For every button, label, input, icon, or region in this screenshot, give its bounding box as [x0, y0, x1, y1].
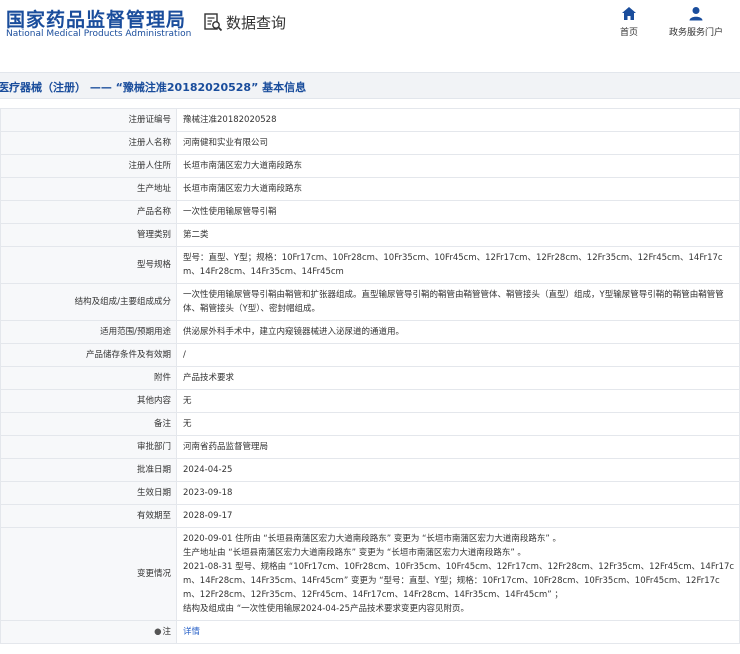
- field-label: 变更情况: [0, 527, 177, 621]
- home-icon: [622, 7, 636, 20]
- field-label: 附件: [0, 366, 177, 390]
- nav-service-portal[interactable]: 政务服务门户: [661, 6, 731, 38]
- table-row: 适用范围/预期用途 供泌尿外科手术中，建立内窥镜器械进入泌尿道的通道用。: [0, 320, 740, 344]
- nav-home-label: 首页: [619, 28, 638, 38]
- field-value: /: [176, 343, 740, 367]
- field-value: 豫械注准20182020528: [176, 108, 740, 132]
- detail-label: 注: [162, 627, 171, 637]
- search-document-icon: [204, 13, 223, 32]
- field-value: 2028-09-17: [176, 504, 740, 528]
- table-row: 注册人名称 河南健和实业有限公司: [0, 131, 740, 155]
- field-label: 审批部门: [0, 435, 177, 459]
- field-label: 批准日期: [0, 458, 177, 482]
- field-label: 生产地址: [0, 177, 177, 201]
- data-query-title: 数据查询: [226, 13, 287, 32]
- field-label: 注册人名称: [0, 131, 177, 155]
- site-header: 国家药品监督管理局 National Medical Products Admi…: [0, 0, 740, 60]
- field-label: 适用范围/预期用途: [0, 320, 177, 344]
- field-value: 2023-09-18: [176, 481, 740, 505]
- field-label: 型号规格: [0, 246, 177, 284]
- table-row: 生效日期 2023-09-18: [0, 481, 740, 505]
- site-logo-cn[interactable]: 国家药品监督管理局: [6, 5, 186, 32]
- table-row: 备注无: [0, 412, 740, 436]
- field-value: 一次性使用输尿管导引鞘: [176, 200, 740, 224]
- site-logo-en[interactable]: National Medical Products Administration: [6, 29, 191, 39]
- table-row: 生产地址 长垣市南蒲区宏力大道南段路东: [0, 177, 740, 201]
- field-value: 供泌尿外科手术中，建立内窥镜器械进入泌尿道的通道用。: [176, 320, 740, 344]
- field-value: 2024-04-25: [176, 458, 740, 482]
- table-row: 结构及组成/主要组成成分 一次性使用输尿管导引鞘由鞘管和扩张器组成。直型输尿管导引…: [0, 283, 740, 321]
- table-row: 注册证编号 豫械注准20182020528: [0, 108, 740, 132]
- field-value: 产品技术要求: [176, 366, 740, 390]
- table-row: 产品储存条件及有效期 /: [0, 343, 740, 367]
- detail-row: ●注 详情: [0, 620, 740, 644]
- detail-link[interactable]: 详情: [176, 620, 740, 644]
- field-label: 注册证编号: [0, 108, 177, 132]
- field-value: 第二类: [176, 223, 740, 247]
- table-row: 其他内容无: [0, 389, 740, 413]
- field-value: 一次性使用输尿管导引鞘由鞘管和扩张器组成。直型输尿管导引鞘的鞘管由鞘管管体、鞘管…: [176, 283, 740, 321]
- registration-info-table: 注册证编号 豫械注准20182020528 注册人名称 河南健和实业有限公司 注册人住所…: [0, 108, 740, 644]
- field-value: 长垣市南蒲区宏力大道南段路东: [176, 154, 740, 178]
- field-value: 无: [176, 412, 740, 436]
- field-label: 产品储存条件及有效期: [0, 343, 177, 367]
- table-row: 有效期至 2028-09-17: [0, 504, 740, 528]
- field-label: 注册人住所: [0, 154, 177, 178]
- field-value: 2020-09-01 住所由 “长垣县南蒲区宏力大道南段路东” 变更为 “长垣市…: [176, 527, 740, 621]
- info-icon: ●: [154, 627, 162, 637]
- field-label: 管理类别: [0, 223, 177, 247]
- table-row: 注册人住所 长垣市南蒲区宏力大道南段路东: [0, 154, 740, 178]
- table-row: 产品名称 一次性使用输尿管导引鞘: [0, 200, 740, 224]
- data-query-link[interactable]: 数据查询: [203, 10, 286, 34]
- nav-home[interactable]: 首页: [594, 6, 664, 38]
- field-value: 型号：直型、Y型；规格：10Fr17cm、10Fr28cm、10Fr35cm、1…: [176, 246, 740, 284]
- user-icon: [689, 7, 703, 21]
- table-row: 管理类别 第二类: [0, 223, 740, 247]
- table-row: 变更情况 2020-09-01 住所由 “长垣县南蒲区宏力大道南段路东” 变更为 …: [0, 527, 740, 621]
- record-title-bar: 医疗器械（注册） —— “豫械注准20182020528” 基本信息: [0, 72, 740, 99]
- field-label: 备注: [0, 412, 177, 436]
- field-label: 结构及组成/主要组成成分: [0, 283, 177, 321]
- table-row: 型号规格 型号：直型、Y型；规格：10Fr17cm、10Fr28cm、10Fr35…: [0, 246, 740, 284]
- record-title: 医疗器械（注册） —— “豫械注准20182020528” 基本信息: [0, 81, 307, 94]
- field-label: 有效期至: [0, 504, 177, 528]
- table-row: 附件 产品技术要求: [0, 366, 740, 390]
- field-value: 无: [176, 389, 740, 413]
- field-label: 生效日期: [0, 481, 177, 505]
- field-label: 产品名称: [0, 200, 177, 224]
- field-value: 河南省药品监督管理局: [176, 435, 740, 459]
- detail-label-cell: ●注: [0, 620, 177, 644]
- table-row: 审批部门 河南省药品监督管理局: [0, 435, 740, 459]
- field-value: 长垣市南蒲区宏力大道南段路东: [176, 177, 740, 201]
- table-row: 批准日期 2024-04-25: [0, 458, 740, 482]
- field-value: 河南健和实业有限公司: [176, 131, 740, 155]
- nav-service-portal-label: 政务服务门户: [668, 28, 723, 38]
- field-label: 其他内容: [0, 389, 177, 413]
